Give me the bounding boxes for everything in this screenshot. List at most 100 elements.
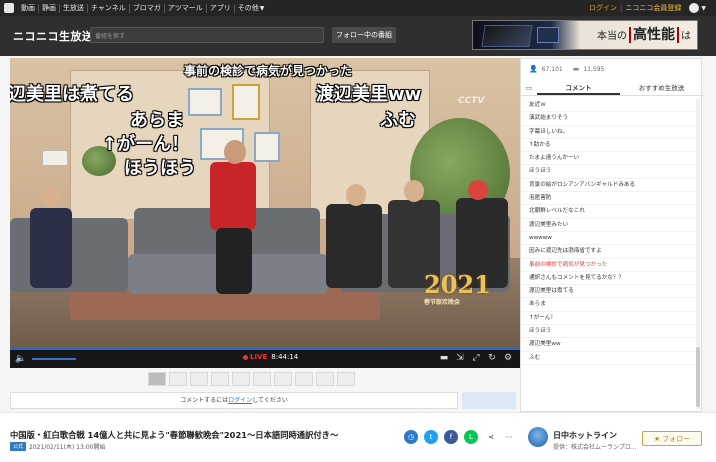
overlay-comment: ほうほう <box>124 158 196 179</box>
comment-row[interactable]: あらま <box>521 298 697 312</box>
comment-row[interactable]: 泡匿害防 <box>521 192 697 206</box>
comment-row[interactable]: 事前の検診で病気が見つかった <box>521 259 697 272</box>
comment-row[interactable]: ふむ <box>521 352 697 365</box>
niconico-live-logo[interactable]: ニコニコ生放送 <box>13 29 94 43</box>
niconico-small-logo-icon[interactable] <box>4 3 14 13</box>
laptop-image <box>481 25 533 47</box>
comment-login-link[interactable]: ログイン <box>228 397 252 404</box>
gift-slot[interactable] <box>148 372 166 386</box>
global-nav: 動画 静画 生放送 チャンネル ブロマガ アツマール アプリ その他▼ ログイン… <box>0 0 716 16</box>
program-meta: 公式 2021/02/11(木) 13:00開始 <box>10 442 105 451</box>
gift-slot[interactable] <box>232 372 250 386</box>
channel-follow-button[interactable]: ★ フォロー <box>642 431 702 446</box>
comment-row[interactable]: 北朝鮮レベルだなこれ <box>521 205 697 219</box>
reload-icon[interactable]: ↻ <box>484 353 500 363</box>
performer-head <box>346 184 366 206</box>
comment-row[interactable]: 渡辺美里は煮てる <box>521 285 697 299</box>
comment-list-scrollbar[interactable] <box>696 99 700 409</box>
comment-row[interactable]: たまよ遠うんかーい <box>521 152 697 166</box>
comment-count-icon: ▬ <box>572 65 580 73</box>
nav-item-channel[interactable]: チャンネル <box>87 3 129 13</box>
comment-input[interactable]: コメントするにはログインしてください <box>10 392 458 409</box>
ad-text: 本当の 高性能は <box>597 24 691 48</box>
channel-provider: 提供：株式会社ムーランプロ... <box>553 444 637 451</box>
program-title: 中国版・紅白歌合戦 14億人と共に見よう"春節聯歓晩会"2021〜日本語同時通訳… <box>10 430 339 440</box>
tab-recommend[interactable]: おすすめ生放送 <box>620 81 703 95</box>
minimize-icon[interactable]: ⇲ <box>452 353 468 363</box>
comment-row[interactable]: ほうほう <box>521 325 697 339</box>
gift-slot[interactable] <box>274 372 292 386</box>
login-link[interactable]: ログイン <box>589 3 617 13</box>
video-player[interactable]: CCTV 2021 春节联欢晚会 事前の検診で病気が見つかった 辺美里は煮てる 渡… <box>10 58 520 350</box>
comment-row[interactable]: 字幕ほしいね。 <box>521 126 697 139</box>
share-icon[interactable]: ⋖ <box>484 430 498 444</box>
gift-slot[interactable] <box>295 372 313 386</box>
nav-item-atsumaru[interactable]: アツマール <box>163 3 206 13</box>
timeshift-icon[interactable]: ◷ <box>404 430 418 444</box>
comment-row[interactable]: ほうほう <box>521 165 697 179</box>
advertisement-banner[interactable]: 本当の 高性能は <box>472 20 698 50</box>
more-icon[interactable]: ⋯ <box>502 430 516 444</box>
gift-slot[interactable] <box>211 372 229 386</box>
facebook-icon[interactable]: f <box>444 430 458 444</box>
performer <box>216 228 252 294</box>
nav-item-other-label: その他 <box>237 3 259 12</box>
comment-list[interactable]: 友近ｗ 演武始まりそう 字幕ほしいね。 ↑助かる たまよ遠うんかーい ほうほう 背景の絵がロ… <box>521 99 697 409</box>
overlay-comment: 事前の検診で病気が見つかった <box>184 64 353 78</box>
comment-row[interactable]: 演武始まりそう <box>521 112 697 126</box>
gift-slot[interactable] <box>169 372 187 386</box>
comment-send-button[interactable] <box>462 392 516 409</box>
performer-head <box>468 180 488 200</box>
nav-item-blomaga[interactable]: ブロマガ <box>128 3 164 13</box>
nav-item-seiga[interactable]: 静画 <box>38 3 59 13</box>
comment-row[interactable]: 渡辺美里みたい <box>521 219 697 232</box>
performer-head <box>42 186 60 208</box>
comment-row[interactable]: 通訳さんもコメントを見てるかな？？ <box>521 272 697 286</box>
performer-head <box>404 180 424 202</box>
chevron-down-icon[interactable]: ▼ <box>701 5 706 12</box>
overlay-comment: 渡辺美里ww <box>316 84 422 105</box>
official-badge: 公式 <box>10 442 27 451</box>
register-link[interactable]: ニコニコ会員登録 <box>625 3 681 13</box>
comment-panel: 👤 67,101 ▬ 11,595 ▭ コメント おすすめ生放送 友近ｗ 演武始ま… <box>520 58 703 412</box>
line-icon[interactable]: L <box>464 430 478 444</box>
header: ニコニコ生放送 番組を探す フォロー中の番組 本当の 高性能は <box>0 16 716 56</box>
channel-name[interactable]: 日中ホットライン <box>553 430 617 441</box>
tab-comment[interactable]: コメント <box>537 81 620 95</box>
nav-item-live[interactable]: 生放送 <box>59 3 87 13</box>
scrollbar-thumb[interactable] <box>696 347 700 407</box>
comment-row[interactable]: 因みに渡辺先は渤海省ですよ <box>521 245 697 259</box>
gift-slot[interactable] <box>316 372 334 386</box>
channel-avatar[interactable] <box>528 427 548 447</box>
comment-toggle-icon[interactable]: ▬ <box>436 353 452 363</box>
program-start-date: 2021/02/11(木) 13:00開始 <box>29 444 106 451</box>
search-input[interactable]: 番組を探す <box>90 27 324 43</box>
comment-row[interactable]: ↑がーん！ <box>521 312 697 326</box>
comment-row[interactable]: 友近ｗ <box>521 99 697 113</box>
volume-icon[interactable]: 🔈 <box>14 354 28 364</box>
comment-row[interactable]: wwwww <box>521 232 697 246</box>
comment-row[interactable]: 背景の絵がロシアンアバンギャルドみある <box>521 179 697 193</box>
player-controls: 🔈 LIVE 8:44:14 ▬ ⇲ ⤢ ↻ ⚙ <box>10 350 520 368</box>
gift-slot[interactable] <box>253 372 271 386</box>
volume-slider[interactable] <box>32 358 76 360</box>
panel-menu-icon[interactable]: ▭ <box>521 81 537 95</box>
gift-slots <box>148 372 388 388</box>
twitter-icon[interactable]: t <box>424 430 438 444</box>
viewer-count: 67,101 <box>541 65 563 73</box>
nav-item-video[interactable]: 動画 <box>18 4 38 13</box>
picture-frame <box>254 132 280 162</box>
gift-slot[interactable] <box>190 372 208 386</box>
comment-row[interactable]: 渡辺美里ww <box>521 338 697 352</box>
cctv-watermark: CCTV <box>458 96 485 106</box>
ad-text-suffix: は <box>681 31 691 42</box>
comment-row[interactable]: ↑助かる <box>521 139 697 153</box>
settings-gear-icon[interactable]: ⚙ <box>500 353 516 363</box>
follow-programs-button[interactable]: フォロー中の番組 <box>332 27 396 43</box>
nav-item-app[interactable]: アプリ <box>205 3 234 13</box>
nav-item-other[interactable]: その他▼ <box>233 3 268 13</box>
comment-form-prefix: コメントするには <box>180 397 229 404</box>
fullscreen-icon[interactable]: ⤢ <box>468 353 484 363</box>
gift-slot[interactable] <box>337 372 355 386</box>
avatar[interactable] <box>689 3 700 13</box>
